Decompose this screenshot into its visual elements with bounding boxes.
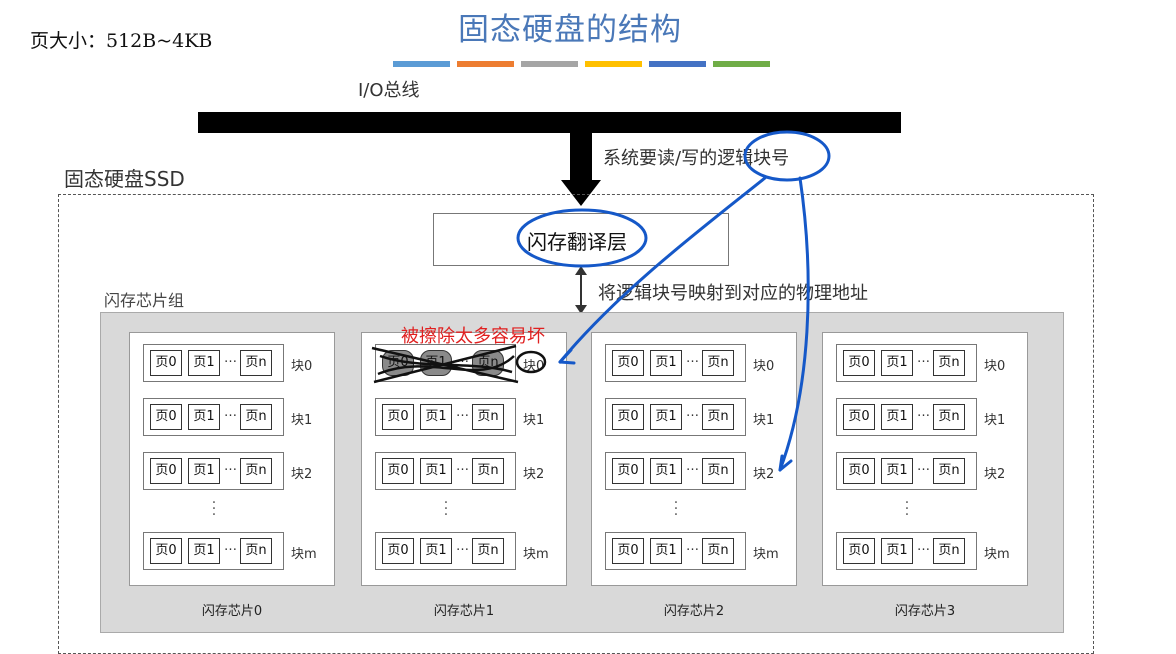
handwritten-annotations (371, 130, 831, 472)
erased-block-scribble (371, 344, 519, 384)
ink-arrow-to-chip2-block2 (778, 176, 810, 472)
logical-block-circle (743, 130, 831, 182)
ink-arrow-to-chip1-block0 (558, 176, 767, 364)
erased-block-loop (515, 350, 547, 374)
ftl-circle (516, 208, 648, 268)
